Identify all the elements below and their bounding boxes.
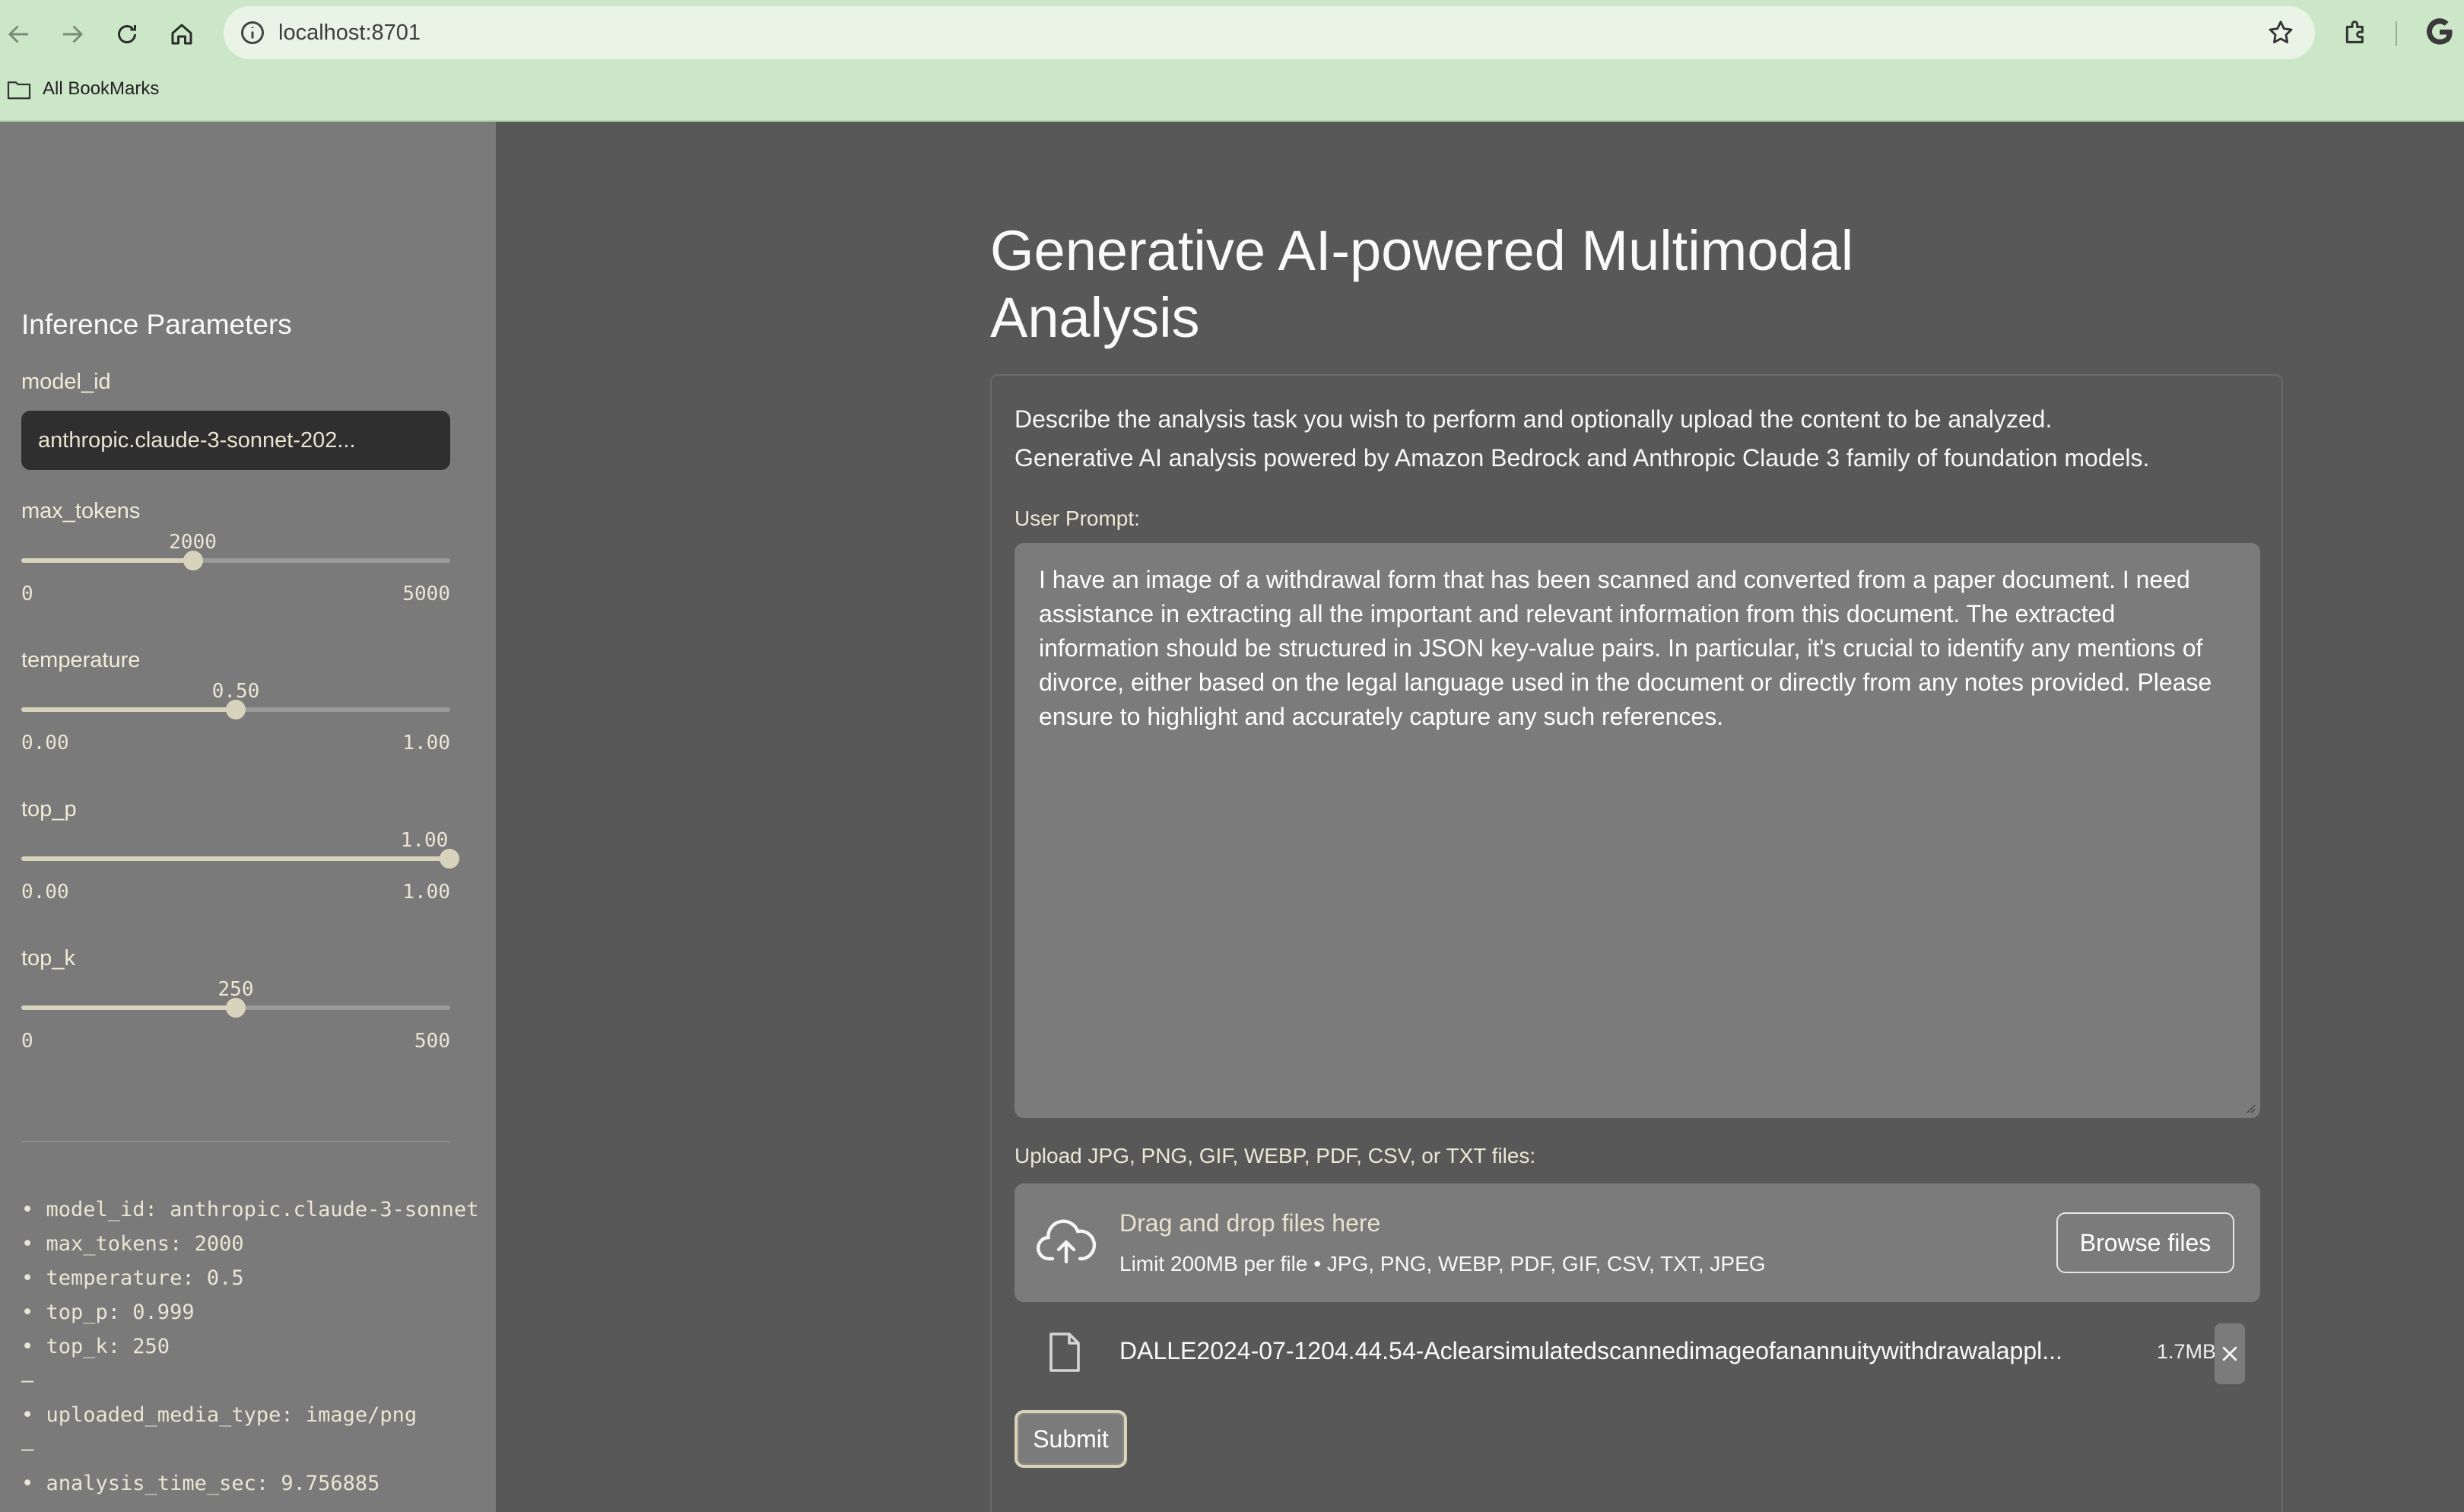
- sidebar: Inference Parameters model_id anthropic.…: [0, 122, 496, 1512]
- info-icon[interactable]: [239, 19, 266, 46]
- slider-max: 500: [414, 1030, 450, 1053]
- toolbar-separator: [2396, 21, 2397, 46]
- model-id-select[interactable]: anthropic.claude-3-sonnet-202...: [21, 411, 450, 470]
- arrow-left-icon: [8, 25, 28, 43]
- summary-model-id: • model_id: anthropic.claude-3-sonnet: [21, 1198, 479, 1221]
- browser-chrome: localhost:8701 All BookMarks: [0, 0, 2464, 122]
- slider-min: 0.00: [21, 881, 69, 904]
- reload-icon: [118, 25, 136, 43]
- slider-thumb[interactable]: [226, 998, 246, 1018]
- upload-label: Upload JPG, PNG, GIF, WEBP, PDF, CSV, or…: [1014, 1144, 1536, 1167]
- resize-grip-icon[interactable]: [2243, 1101, 2256, 1113]
- slider-max: 5000: [402, 583, 450, 605]
- cloud-upload-icon: [1036, 1219, 1097, 1264]
- slider-label-temperature: temperature: [21, 648, 141, 672]
- user-prompt-textarea[interactable]: I have an image of a withdrawal form tha…: [1014, 543, 2260, 1118]
- bookmark-star-icon[interactable]: [2266, 18, 2295, 47]
- slider-min: 0: [21, 583, 33, 605]
- top-k-slider[interactable]: 250 0 500: [21, 978, 450, 1053]
- summary-top-p: • top_p: 0.999: [21, 1301, 195, 1324]
- slider-label-top-k: top_k: [21, 946, 75, 970]
- slider-max: 1.00: [402, 881, 450, 904]
- user-prompt-label: User Prompt:: [1014, 507, 1140, 530]
- bookmark-folder-icon: [7, 81, 31, 100]
- sidebar-divider: [21, 1141, 450, 1142]
- uploaded-file-row: DALLE2024-07-1204.44.54-Aclearsimulateds…: [1014, 1322, 2292, 1384]
- slider-max: 1.00: [402, 732, 450, 754]
- parameter-summary-list: • model_id: anthropic.claude-3-sonnet • …: [21, 1193, 496, 1501]
- extensions-puzzle-icon[interactable]: [2341, 17, 2371, 47]
- slider-min: 0: [21, 1030, 33, 1053]
- sidebar-title: Inference Parameters: [21, 309, 292, 340]
- temperature-slider[interactable]: 0.50 0.00 1.00: [21, 680, 450, 754]
- summary-top-k: • top_k: 250: [21, 1335, 170, 1358]
- model-id-label: model_id: [21, 370, 111, 394]
- url-text[interactable]: localhost:8701: [278, 6, 421, 59]
- uploaded-file-name: DALLE2024-07-1204.44.54-Aclearsimulateds…: [1119, 1337, 2062, 1364]
- back-button[interactable]: [0, 15, 38, 53]
- summary-media-type: • uploaded_media_type: image/png: [21, 1403, 418, 1427]
- slider-thumb[interactable]: [183, 551, 203, 570]
- summary-separator: —: [21, 1369, 34, 1393]
- slider-thumb[interactable]: [226, 700, 246, 719]
- slider-fill: [21, 558, 193, 563]
- close-icon: [2222, 1346, 2237, 1361]
- max-tokens-slider[interactable]: 2000 0 5000: [21, 531, 450, 605]
- description-line-1: Describe the analysis task you wish to p…: [1014, 405, 2053, 433]
- summary-separator: —: [21, 1437, 34, 1461]
- submit-button[interactable]: Submit: [1014, 1410, 1127, 1468]
- summary-analysis-time: • analysis_time_sec: 9.756885: [21, 1472, 380, 1495]
- arrow-right-icon: [63, 25, 84, 43]
- remove-file-button[interactable]: [2215, 1323, 2245, 1384]
- slider-thumb[interactable]: [440, 849, 459, 869]
- slider-min: 0.00: [21, 732, 69, 754]
- bookmarks-folder-all[interactable]: All BookMarks: [43, 76, 159, 102]
- file-dropzone[interactable]: Drag and drop files here Limit 200MB per…: [1014, 1183, 2260, 1302]
- page-title: Generative AI-powered Multimodal Analysi…: [990, 219, 1854, 349]
- slider-fill: [21, 707, 236, 712]
- top-p-slider[interactable]: 1.00 0.00 1.00: [21, 829, 459, 904]
- slider-fill: [21, 856, 450, 861]
- address-bar[interactable]: localhost:8701: [224, 6, 2315, 59]
- dropzone-title: Drag and drop files here: [1119, 1209, 1381, 1237]
- forward-button[interactable]: [53, 15, 91, 53]
- description-line-2: Generative AI analysis powered by Amazon…: [1014, 444, 2150, 472]
- user-prompt-text[interactable]: I have an image of a withdrawal form tha…: [1039, 566, 2212, 730]
- description: Describe the analysis task you wish to p…: [1014, 400, 2292, 478]
- dropzone-limits: Limit 200MB per file • JPG, PNG, WEBP, P…: [1119, 1252, 1766, 1275]
- summary-max-tokens: • max_tokens: 2000: [21, 1232, 244, 1256]
- main-content: Generative AI-powered Multimodal Analysi…: [496, 122, 2464, 1512]
- google-account-icon[interactable]: [2423, 15, 2456, 49]
- slider-value: 1.00: [400, 829, 449, 852]
- summary-temperature: • temperature: 0.5: [21, 1266, 244, 1290]
- uploaded-file-size: 1.7MB: [2157, 1340, 2217, 1363]
- slider-label-max-tokens: max_tokens: [21, 499, 141, 523]
- browse-files-button[interactable]: Browse files: [2056, 1212, 2234, 1273]
- slider-fill: [21, 1005, 236, 1010]
- home-button[interactable]: [163, 15, 201, 53]
- file-icon: [1049, 1333, 1080, 1372]
- slider-label-top-p: top_p: [21, 797, 77, 821]
- reload-button[interactable]: [108, 15, 146, 53]
- home-icon: [171, 24, 192, 45]
